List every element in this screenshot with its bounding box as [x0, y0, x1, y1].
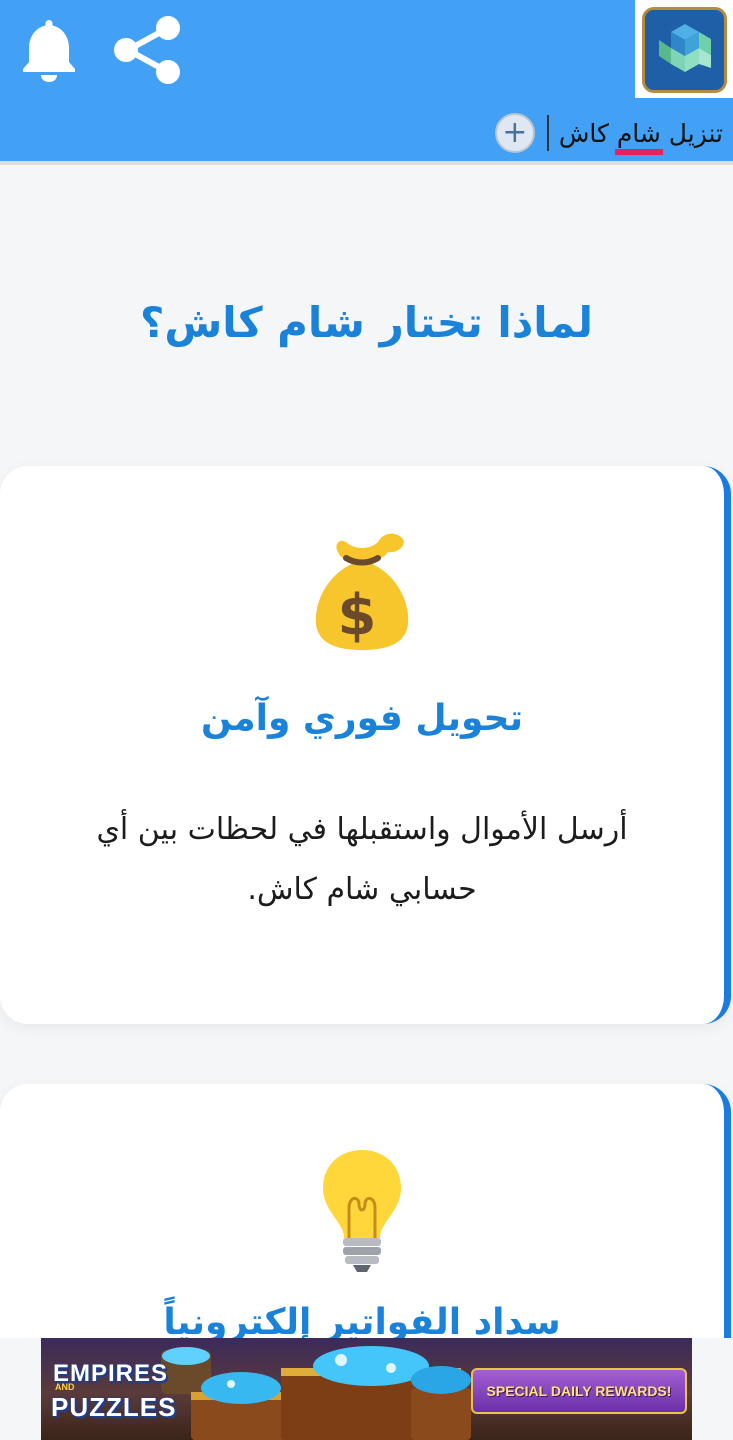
app-title-prefix: تنزيل — [660, 118, 723, 148]
ad-brand-line2: PUZZLES — [51, 1392, 177, 1422]
feature-card: $ تحويل فوري وآمن أرسل الأموال واستقبلها… — [0, 466, 731, 1024]
ad-rewards-ribbon: SPECIAL DAILY REWARDS! — [471, 1368, 687, 1414]
feature-title: تحويل فوري وآمن — [200, 698, 523, 739]
app-title-highlight: شام — [616, 118, 661, 148]
share-icon[interactable] — [112, 14, 182, 86]
app-header: تنزيل شام كاش + — [0, 0, 733, 161]
light-bulb-icon — [0, 1146, 724, 1278]
app-title: تنزيل شام كاش — [559, 119, 723, 148]
app-logo-icon — [642, 7, 727, 93]
bell-icon[interactable] — [18, 16, 80, 82]
money-bag-icon: $ — [0, 528, 724, 656]
ad-rewards-text: SPECIAL DAILY REWARDS! — [486, 1383, 672, 1399]
app-logo[interactable] — [635, 0, 733, 98]
plus-circle-icon[interactable]: + — [494, 113, 535, 153]
feature-title: سداد الفواتير إلكترونياً — [163, 1302, 561, 1343]
ad-brand-and: AND — [55, 1382, 75, 1392]
app-title-bar: تنزيل شام كاش + — [494, 113, 723, 153]
ad-banner[interactable]: EMPIRES AND PUZZLES SPECIAL DAILY REWARD… — [41, 1338, 692, 1440]
title-divider — [546, 115, 549, 151]
section-title: لماذا تختار شام كاش؟ — [139, 298, 594, 347]
svg-text:$: $ — [338, 583, 377, 648]
header-divider — [0, 161, 733, 165]
feature-description: أرسل الأموال واستقبلها في لحظات بين أي ح… — [96, 812, 628, 907]
app-title-suffix: كاش — [558, 118, 617, 148]
